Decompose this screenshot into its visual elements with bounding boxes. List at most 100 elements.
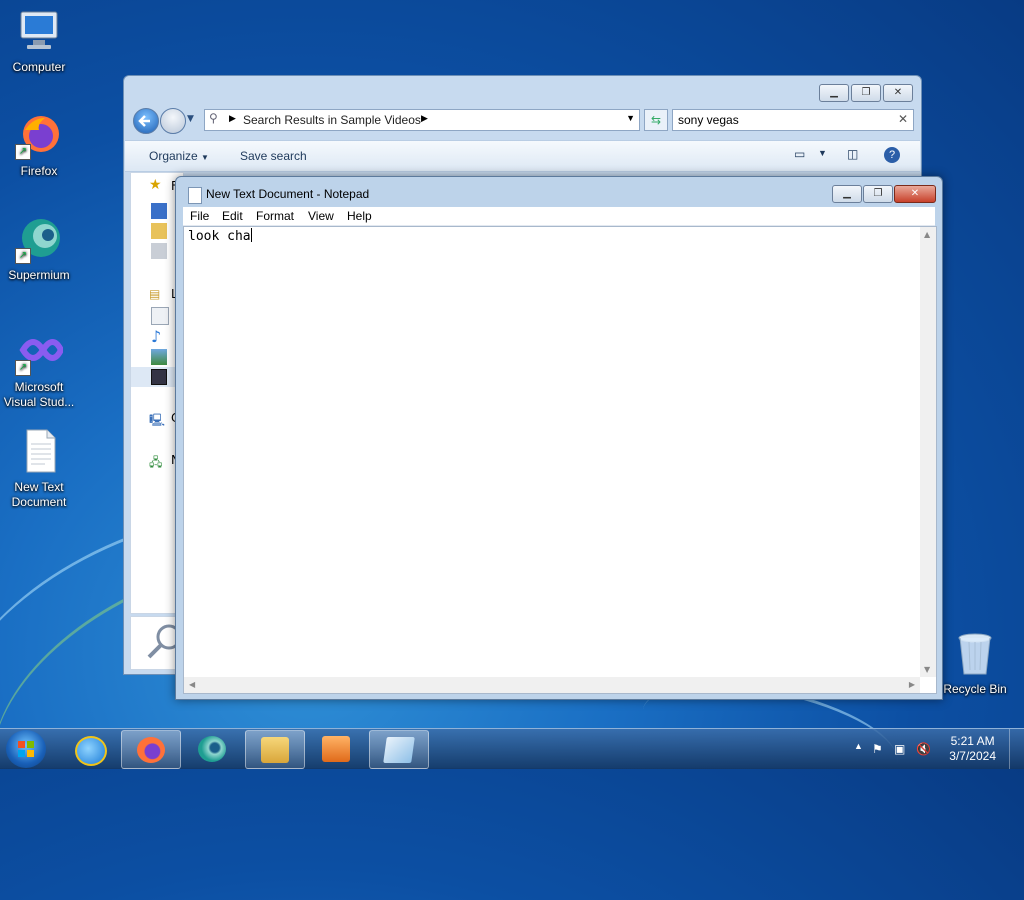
- taskbar: ▲ ⚑ ▣ 🔇 5:21 AM 3/7/2024: [0, 728, 1024, 769]
- scroll-down-icon[interactable]: ▼: [924, 665, 930, 674]
- recent-places-icon[interactable]: [151, 243, 167, 259]
- desktop-icon-visual-studio[interactable]: ↗ Microsoft Visual Stud...: [1, 328, 77, 410]
- taskbar-supermium[interactable]: [183, 730, 241, 767]
- action-center-flag-icon[interactable]: ⚑: [872, 742, 886, 756]
- minimize-button[interactable]: ▁: [832, 185, 862, 203]
- save-search-button[interactable]: Save search: [240, 149, 307, 163]
- clock[interactable]: 5:21 AM 3/7/2024: [949, 734, 996, 764]
- organize-label: Organize: [149, 149, 198, 163]
- desktop-icon-label: Recycle Bin: [943, 682, 1007, 696]
- clock-date: 3/7/2024: [949, 749, 996, 763]
- notepad-window[interactable]: New Text Document - Notepad ▁ ❐ ✕ File E…: [175, 176, 943, 700]
- clear-search-icon[interactable]: ✕: [898, 112, 908, 126]
- network-status-icon[interactable]: ▣: [894, 742, 908, 756]
- menu-view[interactable]: View: [308, 209, 334, 223]
- taskbar-media-player[interactable]: [307, 730, 365, 767]
- firefox-icon: ↗: [15, 112, 63, 160]
- notepad-window-controls: ▁ ❐ ✕: [832, 185, 936, 203]
- show-hidden-icons[interactable]: ▲: [854, 741, 868, 755]
- horizontal-scrollbar[interactable]: ◀ ▶: [184, 677, 920, 693]
- window-title: New Text Document - Notepad: [206, 187, 370, 201]
- internet-explorer-icon: [75, 736, 107, 766]
- supermium-icon: ↗: [15, 216, 63, 264]
- refresh-button[interactable]: ⇆: [644, 109, 668, 131]
- recycle-bin-icon: [951, 630, 999, 678]
- breadcrumb: Search Results in Sample Videos: [243, 113, 421, 127]
- desktop-icon-new-text-document[interactable]: New Text Document: [1, 428, 77, 510]
- menu-file[interactable]: File: [190, 209, 209, 223]
- back-arrow-icon: [138, 115, 150, 127]
- explorer-nav-bar: ▼ ⚲ ▶ Search Results in Sample Videos ▶ …: [132, 107, 914, 134]
- more-options-icon[interactable]: ▼: [818, 148, 827, 158]
- media-play-icon: [322, 736, 350, 762]
- back-button[interactable]: [133, 108, 159, 134]
- breadcrumb-chevron-icon: ▶: [229, 113, 236, 123]
- address-bar[interactable]: ⚲ ▶ Search Results in Sample Videos ▶ ▼: [204, 109, 640, 131]
- menu-help[interactable]: Help: [347, 209, 372, 223]
- firefox-icon: [137, 737, 165, 763]
- preview-pane-icon[interactable]: ◫: [847, 147, 858, 161]
- vertical-scrollbar[interactable]: ▲ ▼: [920, 227, 936, 677]
- organize-button[interactable]: Organize ▼: [149, 149, 209, 163]
- search-input[interactable]: sony vegas: [678, 113, 739, 127]
- editor-text: look cha: [188, 229, 251, 244]
- taskbar-notepad[interactable]: [369, 730, 429, 769]
- music-note-icon[interactable]: ♪: [151, 327, 167, 346]
- recent-pages-dropdown[interactable]: ▼: [187, 114, 194, 124]
- scroll-up-icon[interactable]: ▲: [924, 230, 930, 239]
- supermium-icon: [198, 736, 226, 762]
- folder-icon: [261, 737, 289, 763]
- system-tray: ▲ ⚑ ▣ 🔇 5:21 AM 3/7/2024: [844, 729, 1024, 769]
- desktop-folder-icon[interactable]: [151, 203, 167, 219]
- desktop-icon-recycle-bin[interactable]: Recycle Bin: [937, 630, 1013, 696]
- text-editor[interactable]: look cha ▲ ▼ ◀ ▶: [183, 226, 937, 694]
- maximize-button[interactable]: ❐: [863, 185, 893, 203]
- computer-icon: [15, 8, 63, 56]
- scroll-right-icon[interactable]: ▶: [909, 680, 915, 689]
- close-button[interactable]: ✕: [883, 84, 913, 102]
- windows-logo-icon: [18, 741, 34, 757]
- menu-format[interactable]: Format: [256, 209, 294, 223]
- volume-muted-icon[interactable]: 🔇: [916, 742, 931, 756]
- desktop-icon-firefox[interactable]: ↗ Firefox: [1, 112, 77, 178]
- change-view-icon[interactable]: ▭: [794, 147, 805, 161]
- taskbar-internet-explorer[interactable]: [60, 730, 118, 767]
- network-icon: 🖧: [149, 455, 163, 469]
- minimize-button[interactable]: ▁: [819, 84, 849, 102]
- show-desktop-button[interactable]: [1009, 729, 1024, 769]
- explorer-toolbar: Organize ▼ Save search ▭ ▼ ◫ ?: [125, 140, 920, 172]
- search-results-icon: ⚲: [209, 111, 218, 125]
- maximize-button[interactable]: ❐: [851, 84, 881, 102]
- computer-small-icon: 🖳: [149, 413, 166, 427]
- scroll-left-icon[interactable]: ◀: [189, 680, 195, 689]
- chevron-down-icon: ▼: [201, 153, 209, 162]
- menu-edit[interactable]: Edit: [222, 209, 243, 223]
- search-box[interactable]: sony vegas ✕: [672, 109, 914, 131]
- shortcut-arrow-icon: ↗: [15, 144, 31, 160]
- libraries-icon: ▤: [149, 287, 161, 301]
- desktop-icon-supermium[interactable]: ↗ Supermium: [1, 216, 77, 282]
- desktop-icon-computer[interactable]: Computer: [1, 8, 77, 74]
- visual-studio-icon: ↗: [15, 328, 65, 376]
- notepad-icon: [188, 187, 202, 204]
- explorer-window-controls: ▁ ❐ ✕: [819, 84, 913, 102]
- editor-content[interactable]: look cha: [188, 228, 252, 244]
- documents-icon[interactable]: [151, 307, 169, 325]
- help-icon[interactable]: ?: [884, 147, 900, 163]
- menu-bar: File Edit Format View Help: [183, 207, 935, 226]
- downloads-folder-icon[interactable]: [151, 223, 167, 239]
- start-button[interactable]: [6, 730, 46, 768]
- pictures-icon[interactable]: [151, 349, 167, 365]
- desktop-icon-label: Supermium: [8, 268, 70, 282]
- clock-time: 5:21 AM: [950, 734, 995, 748]
- videos-film-icon: [151, 369, 167, 385]
- notepad-icon: [383, 737, 415, 763]
- taskbar-firefox[interactable]: [121, 730, 181, 769]
- desktop-icon-label: New Text Document: [11, 480, 67, 509]
- breadcrumb-chevron-icon: ▶: [421, 113, 428, 123]
- desktop-icon-label: Microsoft Visual Stud...: [3, 380, 75, 409]
- close-button[interactable]: ✕: [894, 185, 936, 203]
- forward-button[interactable]: [160, 108, 186, 134]
- address-dropdown-icon[interactable]: ▼: [626, 113, 635, 123]
- taskbar-windows-explorer[interactable]: [245, 730, 305, 769]
